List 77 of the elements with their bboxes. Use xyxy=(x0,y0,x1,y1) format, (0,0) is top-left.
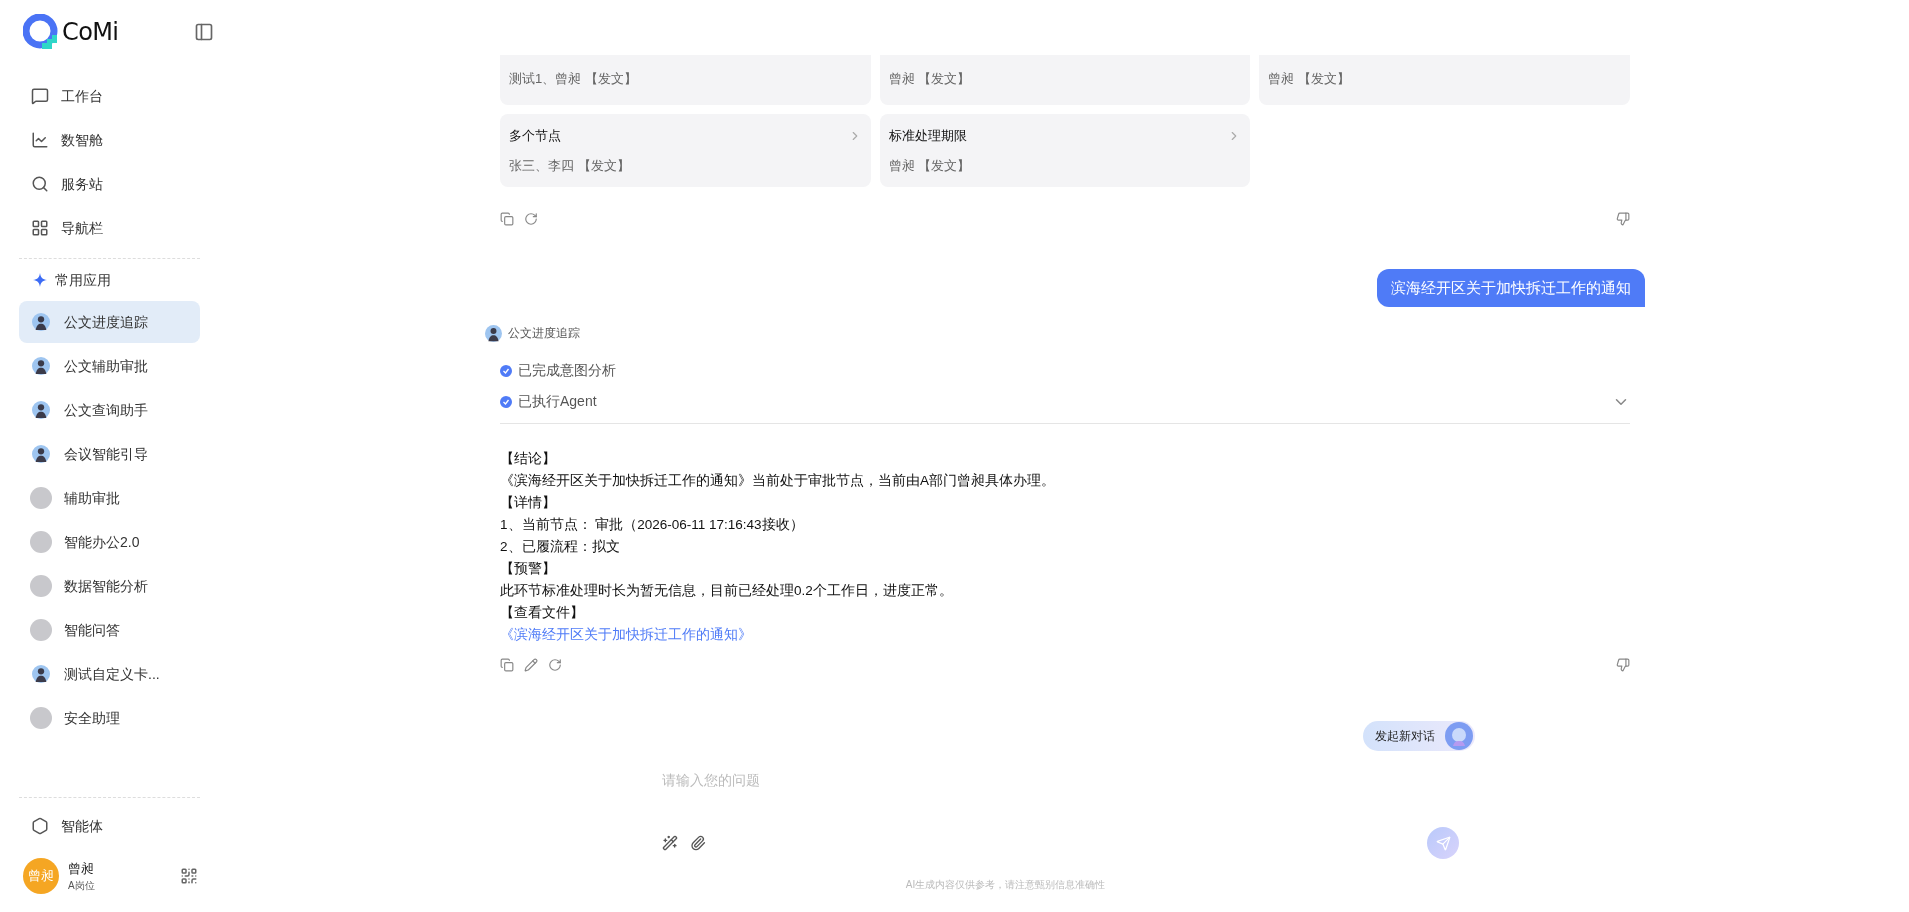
process-card[interactable]: 曾昶 【发文】 xyxy=(879,55,1251,105)
card-subtitle: 曾昶 【发文】 xyxy=(888,70,971,88)
edit-icon[interactable] xyxy=(524,658,538,672)
thumbs-down-icon[interactable] xyxy=(1616,212,1630,226)
nav-item[interactable]: 数智舱 xyxy=(19,122,200,158)
send-icon xyxy=(1435,835,1451,851)
card-title: 多个节点 xyxy=(509,127,561,145)
section-title: 常用应用 xyxy=(55,270,111,290)
app-item[interactable]: 智能问答 xyxy=(19,609,200,651)
answer-line: 【详情】 xyxy=(500,494,557,512)
avatar-icon xyxy=(30,575,52,597)
logo-text: CoMi xyxy=(62,17,119,48)
avatar-icon xyxy=(32,357,50,375)
nav-item[interactable]: 服务站 xyxy=(19,166,200,202)
bot-name: 公文进度追踪 xyxy=(508,325,580,342)
app-item[interactable]: 公文辅助审批 xyxy=(19,345,200,387)
card-subtitle: 曾昶 【发文】 xyxy=(1268,70,1350,88)
bot-avatar-icon xyxy=(1445,722,1473,750)
logo-icon xyxy=(23,14,59,50)
grid-icon xyxy=(31,219,49,237)
step-label: 已完成意图分析 xyxy=(518,361,617,380)
avatar-icon xyxy=(30,487,52,509)
sidebar-toggle-icon[interactable] xyxy=(194,22,214,42)
avatar-icon xyxy=(32,445,50,463)
agent-icon xyxy=(31,817,49,835)
app-item[interactable]: 公文查询助手 xyxy=(19,389,200,431)
attachment-icon[interactable] xyxy=(690,835,706,851)
thumbs-down-icon[interactable] xyxy=(1616,658,1630,672)
magic-wand-icon[interactable] xyxy=(662,835,678,851)
agents-item[interactable]: 智能体 xyxy=(19,804,200,848)
answer-line: 【查看文件】 xyxy=(500,604,585,622)
answer-line: 2、已履流程：拟文 xyxy=(500,538,621,556)
refresh-icon[interactable] xyxy=(524,212,538,226)
app-item[interactable]: 辅助审批 xyxy=(19,477,200,519)
chat-icon xyxy=(31,87,49,105)
question-input[interactable]: 请输入您的问题 xyxy=(662,768,1449,792)
qr-code-icon[interactable] xyxy=(180,867,198,885)
avatar-icon xyxy=(30,707,52,729)
card-title: 标准处理期限 xyxy=(888,127,967,145)
user-name: 曾昶 xyxy=(68,859,95,878)
copy-icon[interactable] xyxy=(500,212,514,226)
answer-line: 此环节标准处理时长为暂无信息，目前已经处理0.2个工作日，进度正常。 xyxy=(500,582,954,600)
card-subtitle: 测试1、曾昶 【发文】 xyxy=(509,70,637,88)
user-role: A岗位 xyxy=(68,879,96,894)
copy-icon[interactable] xyxy=(500,658,514,672)
new-chat-button[interactable]: 发起新对话 xyxy=(1363,721,1475,751)
sparkle-icon xyxy=(33,273,47,287)
app-item[interactable]: 测试自定义卡... xyxy=(19,653,200,695)
answer-line: 【结论】 xyxy=(500,450,557,468)
process-card[interactable]: 曾昶 【发文】 xyxy=(1259,55,1630,105)
avatar-icon xyxy=(32,401,50,419)
nav-item[interactable]: 工作台 xyxy=(19,78,200,114)
app-item[interactable]: 智能办公2.0 xyxy=(19,521,200,563)
card-subtitle: 曾昶 【发文】 xyxy=(888,156,972,175)
refresh-icon[interactable] xyxy=(548,658,562,672)
step-label: 已执行Agent xyxy=(518,392,598,411)
avatar-icon xyxy=(485,324,502,342)
nav-item[interactable]: 导航栏 xyxy=(19,210,200,246)
process-card[interactable]: 测试1、曾昶 【发文】 xyxy=(500,55,871,105)
answer-line: 【预警】 xyxy=(500,560,557,578)
answer-line: 1、当前节点： 审批（2026-06-11 17:16:43接收） xyxy=(500,516,805,534)
avatar-icon xyxy=(30,619,52,641)
user-message: 滨海经开区关于加快拆迁工作的通知 xyxy=(1377,269,1645,307)
avatar-icon xyxy=(30,531,52,553)
app-item[interactable]: 会议智能引导 xyxy=(19,433,200,475)
chart-icon xyxy=(31,131,49,149)
avatar-icon xyxy=(32,313,50,331)
app-item[interactable]: 公文进度追踪 xyxy=(19,301,200,343)
search-icon xyxy=(31,175,49,193)
process-card[interactable]: 标准处理期限 曾昶 【发文】 xyxy=(879,114,1251,187)
process-card[interactable]: 多个节点 张三、李四 【发文】 xyxy=(500,114,871,187)
card-subtitle: 张三、李四 【发文】 xyxy=(509,156,631,175)
app-item[interactable]: 安全助理 xyxy=(19,697,200,739)
avatar-icon xyxy=(32,665,50,683)
file-link[interactable]: 《滨海经开区关于加快拆迁工作的通知》 xyxy=(500,624,1630,646)
answer-line: 《滨海经开区关于加快拆迁工作的通知》当前处于审批节点，当前由A部门曾昶具体办理。 xyxy=(500,472,1056,490)
app-item[interactable]: 数据智能分析 xyxy=(19,565,200,607)
